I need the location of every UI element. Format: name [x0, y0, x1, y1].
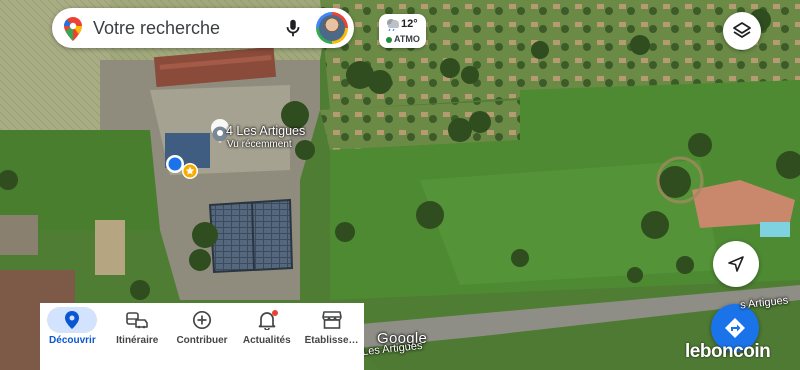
add-circle-icon — [192, 310, 212, 330]
notification-dot — [271, 310, 278, 316]
search-input[interactable]: Votre recherche — [93, 18, 220, 39]
navigation-arrow-icon — [728, 256, 744, 272]
tab-label: Actualités — [242, 335, 291, 346]
my-location-button[interactable] — [713, 241, 759, 287]
layers-button[interactable] — [723, 12, 761, 50]
place-name: 4 Les Artigues — [226, 124, 306, 138]
tab-label: Découvrir — [49, 335, 96, 346]
commute-icon — [126, 312, 148, 329]
tab-itineraire[interactable]: Itinéraire — [105, 303, 170, 370]
google-maps-pin-icon — [64, 17, 82, 41]
tab-label: Contribuer — [176, 335, 228, 346]
tab-contribuer[interactable]: Contribuer — [170, 303, 235, 370]
cloudy-weather-icon — [387, 19, 399, 31]
temperature: 12° — [401, 18, 418, 30]
layers-icon — [733, 22, 751, 38]
tab-actualites[interactable]: Actualités — [234, 303, 299, 370]
location-pin-icon — [65, 311, 80, 329]
directions-icon — [725, 318, 745, 338]
storefront-icon — [321, 311, 342, 329]
place-subtitle: Vu récemment — [227, 139, 292, 150]
maps-app: 4 Les Artigues Vu récemment Votre recher… — [0, 0, 800, 370]
air-quality-label: ATMO — [394, 34, 420, 44]
place-marker-label[interactable]: 4 Les Artigues Vu récemment — [226, 124, 305, 152]
microphone-icon[interactable] — [282, 17, 304, 39]
tab-decouvrir[interactable]: Découvrir — [40, 303, 105, 370]
weather-chip[interactable]: 12° ATMO — [379, 14, 426, 48]
air-quality-dot — [386, 37, 392, 43]
account-avatar[interactable] — [316, 12, 348, 44]
tab-etablissements[interactable]: Établisse… — [299, 303, 364, 370]
tab-label: Établisse… — [304, 335, 359, 346]
avatar-photo — [319, 15, 345, 41]
tab-label: Itinéraire — [116, 335, 159, 346]
search-bar[interactable]: Votre recherche — [52, 8, 354, 48]
bottom-navigation: Découvrir Itinéraire Contribuer Actualit… — [40, 303, 364, 370]
watermark: leboncoin — [685, 341, 771, 362]
